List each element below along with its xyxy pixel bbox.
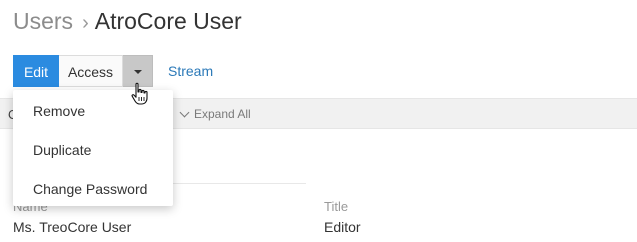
hand-pointer-icon (131, 82, 148, 105)
breadcrumb-users-link[interactable]: Users (13, 8, 73, 34)
title-field-value: Editor (324, 219, 361, 235)
chevron-down-icon (179, 107, 190, 118)
breadcrumb: Users › AtroCore User (13, 6, 242, 38)
menu-item-change-password[interactable]: Change Password (13, 170, 173, 209)
menu-item-duplicate[interactable]: Duplicate (13, 131, 173, 170)
name-field-value: Ms. TreoCore User (13, 219, 132, 235)
edit-button[interactable]: Edit (13, 55, 59, 87)
expand-all-link[interactable]: Expand All (179, 107, 251, 121)
title-field-label: Title (324, 199, 349, 214)
more-actions-dropdown-menu: Remove Duplicate Change Password (13, 90, 173, 206)
stream-link[interactable]: Stream (168, 55, 213, 87)
page-title: AtroCore User (94, 8, 242, 34)
access-button[interactable]: Access (59, 55, 123, 87)
breadcrumb-separator: › (82, 12, 89, 34)
caret-down-icon (134, 70, 142, 74)
expand-all-label: Expand All (194, 107, 251, 121)
